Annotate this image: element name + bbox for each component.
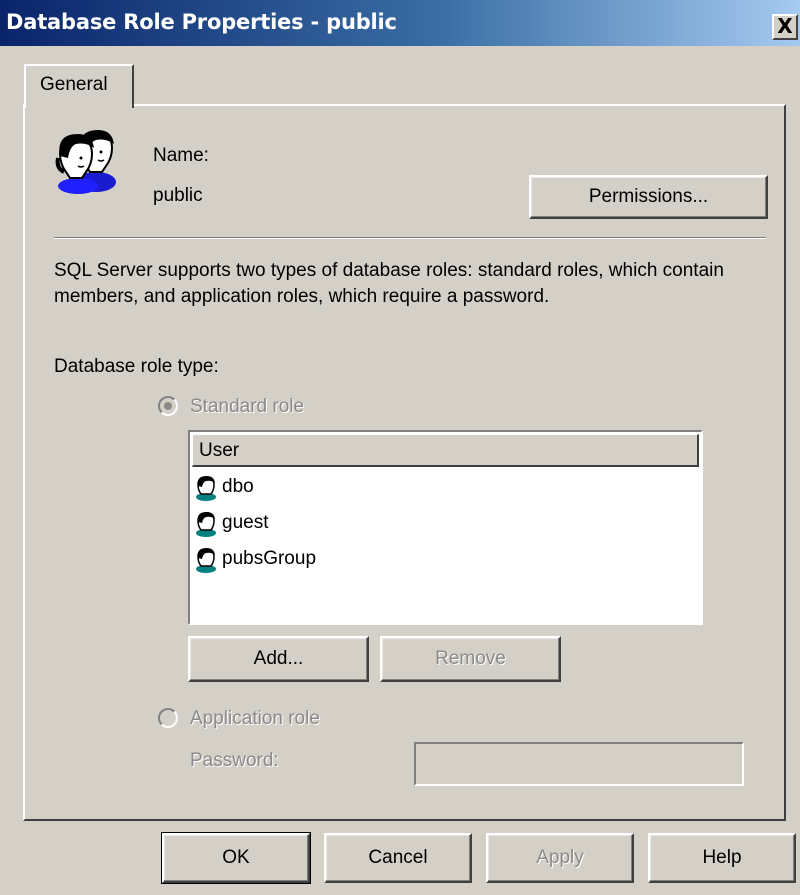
user-icon: [196, 512, 216, 537]
application-role-label: Application role: [190, 708, 320, 729]
list-item[interactable]: pubsGroup: [194, 544, 674, 578]
password-field[interactable]: [414, 742, 744, 786]
standard-role-radio[interactable]: [158, 396, 178, 416]
column-header-label: User: [199, 440, 240, 461]
password-label: Password:: [190, 750, 279, 771]
list-item-label: pubsGroup: [222, 548, 317, 569]
standard-role-label: Standard role: [190, 396, 305, 417]
permissions-button[interactable]: Permissions...: [529, 175, 768, 219]
role-type-label: Database role type:: [54, 356, 219, 377]
list-item-label: dbo: [222, 476, 254, 497]
cancel-button[interactable]: Cancel: [324, 833, 472, 883]
members-list[interactable]: User dbo guest pubsGroup: [188, 430, 703, 625]
apply-button[interactable]: Apply: [486, 833, 634, 883]
role-description: SQL Server supports two types of databas…: [54, 260, 724, 307]
tab-general-label: General: [40, 74, 108, 95]
help-button[interactable]: Help: [648, 833, 796, 883]
tab-general[interactable]: General: [24, 64, 134, 108]
user-icon: [196, 476, 216, 501]
role-name-value: public: [153, 185, 203, 206]
title-bar[interactable]: Database Role Properties - public X: [0, 0, 800, 46]
name-label: Name:: [153, 145, 209, 166]
list-item[interactable]: dbo: [194, 472, 674, 506]
user-icon: [196, 548, 216, 573]
add-button[interactable]: Add...: [188, 636, 369, 682]
radio-selected-dot: [164, 402, 172, 410]
role-users-icon: [55, 130, 116, 194]
window-title: Database Role Properties - public: [6, 10, 397, 34]
list-item-label: guest: [222, 512, 269, 533]
column-header-user[interactable]: User: [192, 434, 699, 467]
ok-button[interactable]: OK: [161, 832, 311, 884]
remove-button[interactable]: Remove: [380, 636, 561, 682]
separator: [54, 237, 766, 239]
close-button[interactable]: X: [772, 14, 798, 40]
list-item[interactable]: guest: [194, 508, 674, 542]
application-role-radio[interactable]: [158, 708, 178, 728]
